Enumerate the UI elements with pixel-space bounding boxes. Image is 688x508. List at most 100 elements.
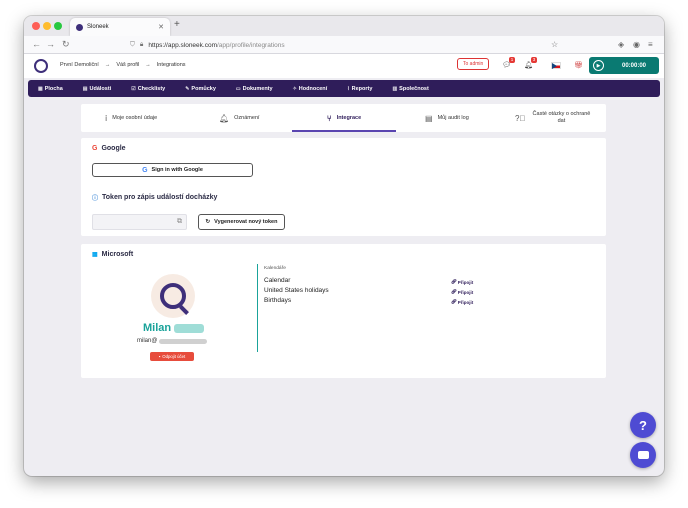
tab-audit-log[interactable]: ▤ Můj audit log [425, 104, 469, 132]
bookmark-star-icon[interactable]: ☆ [551, 40, 558, 49]
sloneek-logo-icon [160, 283, 186, 309]
czech-flag-icon[interactable] [551, 62, 561, 69]
document-icon: ▭ [235, 85, 241, 92]
refresh-icon: ↻ [205, 219, 211, 225]
browser-tab[interactable]: Sloneek ✕ [70, 18, 170, 36]
nav-label: Dokumenty [242, 85, 273, 92]
connect-label: Připojit [457, 299, 474, 305]
chart-icon: ⌇ [347, 85, 350, 92]
breadcrumb-company[interactable]: První Demoliční [60, 62, 99, 68]
tab-label: Moje osobní údaje [112, 115, 158, 121]
close-tab-icon[interactable]: ✕ [158, 23, 164, 31]
generate-label: Vygenerovat nový token [214, 219, 278, 225]
nav-item-spolecnost[interactable]: ▥ Společnost [392, 86, 428, 92]
lock-icon[interactable]: 🔒︎ [140, 41, 143, 49]
breadcrumb-profile[interactable]: Váš profil [116, 62, 139, 68]
token-input[interactable]: ⧉ [92, 214, 187, 230]
google-section-title: G Google [92, 145, 126, 152]
link-icon: 🔗︎ [451, 279, 457, 284]
calendar-icon: ▤ [82, 85, 88, 92]
google-sign-in-button[interactable]: G Sign in with Google [92, 163, 253, 177]
forward-icon[interactable]: → [46, 39, 55, 49]
account-icon[interactable]: ◉ [633, 40, 640, 49]
nav-item-reporty[interactable]: ⌇ Reporty [347, 86, 372, 92]
sloneek-favicon-icon [76, 23, 83, 31]
home-icon: ▦ [38, 85, 43, 92]
calendars-header: Kalendáře [264, 266, 286, 271]
microsoft-section-title: ▦ Microsoft [92, 251, 133, 258]
redacted-surname [174, 324, 204, 333]
nav-item-hodnoceni[interactable]: ✧ Hodnocení [293, 86, 328, 92]
generate-token-button[interactable]: ↻ Vygenerovat nový token [198, 214, 285, 230]
back-icon[interactable]: ← [32, 39, 41, 49]
gift-icon[interactable]: 🎁︎ [574, 61, 583, 69]
tab-title: Sloneek [87, 24, 109, 30]
reload-icon[interactable]: ↻ [62, 39, 70, 50]
nav-item-udalosti[interactable]: ▤ Události [83, 86, 111, 92]
nav-item-dokumenty[interactable]: ▭ Dokumenty [236, 86, 273, 92]
notification-badge: 1 [509, 57, 515, 63]
tab-faq-data-protection[interactable]: ?⃝ Časté otázky o ochraně dat [515, 104, 605, 132]
user-email: milan@ [137, 338, 158, 344]
nav-item-pomucky[interactable]: ✎ Pomůcky [185, 86, 216, 92]
pocket-icon[interactable]: ◈ [618, 40, 624, 49]
tab-label: Integrace [336, 115, 362, 121]
tab-label: Můj audit log [437, 115, 469, 121]
nav-label: Checklisty [137, 85, 166, 92]
connect-calendar-button[interactable]: 🔗︎ Připojit [451, 289, 473, 295]
token-section-title: ⓘ Token pro zápis událostí docházky [92, 193, 217, 202]
tab-notifications[interactable]: 🔔︎ Oznámení [219, 104, 260, 132]
connect-calendar-button[interactable]: 🔗︎ Připojit [451, 279, 473, 285]
nav-item-checklisty[interactable]: ☑ Checklisty [131, 86, 165, 92]
chat-icon [637, 451, 649, 459]
to-admin-button[interactable]: To admin [457, 58, 490, 70]
disconnect-account-button[interactable]: ▪ Odpojit účet [150, 352, 194, 361]
nav-item-plocha[interactable]: ▦ Plocha [38, 86, 63, 92]
address-bar: ← → ↻ ⛉ 🔒︎ https://app.sloneek.com/app/p… [24, 36, 664, 54]
play-icon[interactable]: ▶ [593, 60, 604, 71]
info-icon: ⅰ [105, 113, 108, 123]
tab-integrations[interactable]: ⑂ Integrace [292, 104, 396, 132]
microsoft-icon: ▦ [92, 252, 98, 258]
profile-tabs: ⅰ Moje osobní údaje 🔔︎ Oznámení ⑂ Integrace… [81, 104, 606, 132]
info-icon: ⓘ [92, 196, 99, 202]
google-title-text: Google [101, 145, 126, 152]
url-field[interactable]: ⛉ 🔒︎ https://app.sloneek.com/app/profile… [130, 38, 560, 52]
attendance-timer[interactable]: ▶ 00:00:00 [589, 57, 659, 74]
company-icon: ▥ [392, 85, 398, 92]
user-name: Milan [143, 322, 172, 334]
rating-icon: ✧ [292, 85, 297, 92]
shield-icon[interactable]: ⛉ [130, 41, 135, 49]
microsoft-title-text: Microsoft [101, 251, 134, 258]
nav-label: Události [89, 85, 112, 92]
help-button[interactable]: ? [630, 412, 656, 438]
question-circle-icon: ?⃝ [515, 113, 526, 123]
main-navigation: ▦ Plocha ▤ Události ☑ Checklisty ✎ Pomůcky ▭… [28, 80, 660, 97]
google-card: G Google G Sign in with Google ⓘ Token pro … [81, 138, 606, 236]
breadcrumb-arrow-icon: → [104, 62, 111, 68]
divider [257, 264, 258, 352]
nav-label: Plocha [44, 85, 63, 92]
minimize-window-button[interactable] [43, 22, 51, 30]
calendar-name: Calendar [264, 277, 291, 284]
microsoft-card: ▦ Microsoft Milan milan@ ▪ Odpojit účet Ka… [81, 244, 606, 378]
menu-icon[interactable]: ≡ [648, 40, 653, 49]
nav-label: Společnost [399, 85, 429, 92]
avatar [151, 274, 195, 318]
calendar-name: United States holidays [264, 287, 329, 294]
disconnect-label: Odpojit účet [162, 354, 186, 359]
breadcrumb: První Demoliční → Váš profil → Integrati… [60, 62, 186, 68]
tab-personal-info[interactable]: ⅰ Moje osobní údaje [105, 104, 157, 132]
zoom-window-button[interactable] [54, 22, 62, 30]
tools-icon: ✎ [185, 85, 190, 92]
new-tab-icon[interactable]: + [174, 19, 180, 30]
chat-button[interactable] [630, 442, 656, 468]
url-host: https://app.sloneek.com [148, 41, 217, 49]
connect-calendar-button[interactable]: 🔗︎ Připojit [451, 299, 473, 305]
tab-strip: Sloneek ✕ + [24, 16, 664, 36]
close-window-button[interactable] [32, 22, 40, 30]
tab-label: Časté otázky o ochraně dat [532, 111, 591, 124]
sloneek-logo[interactable] [34, 59, 48, 73]
notification-badge: 3 [531, 57, 537, 63]
copy-icon[interactable]: ⧉ [177, 218, 182, 226]
